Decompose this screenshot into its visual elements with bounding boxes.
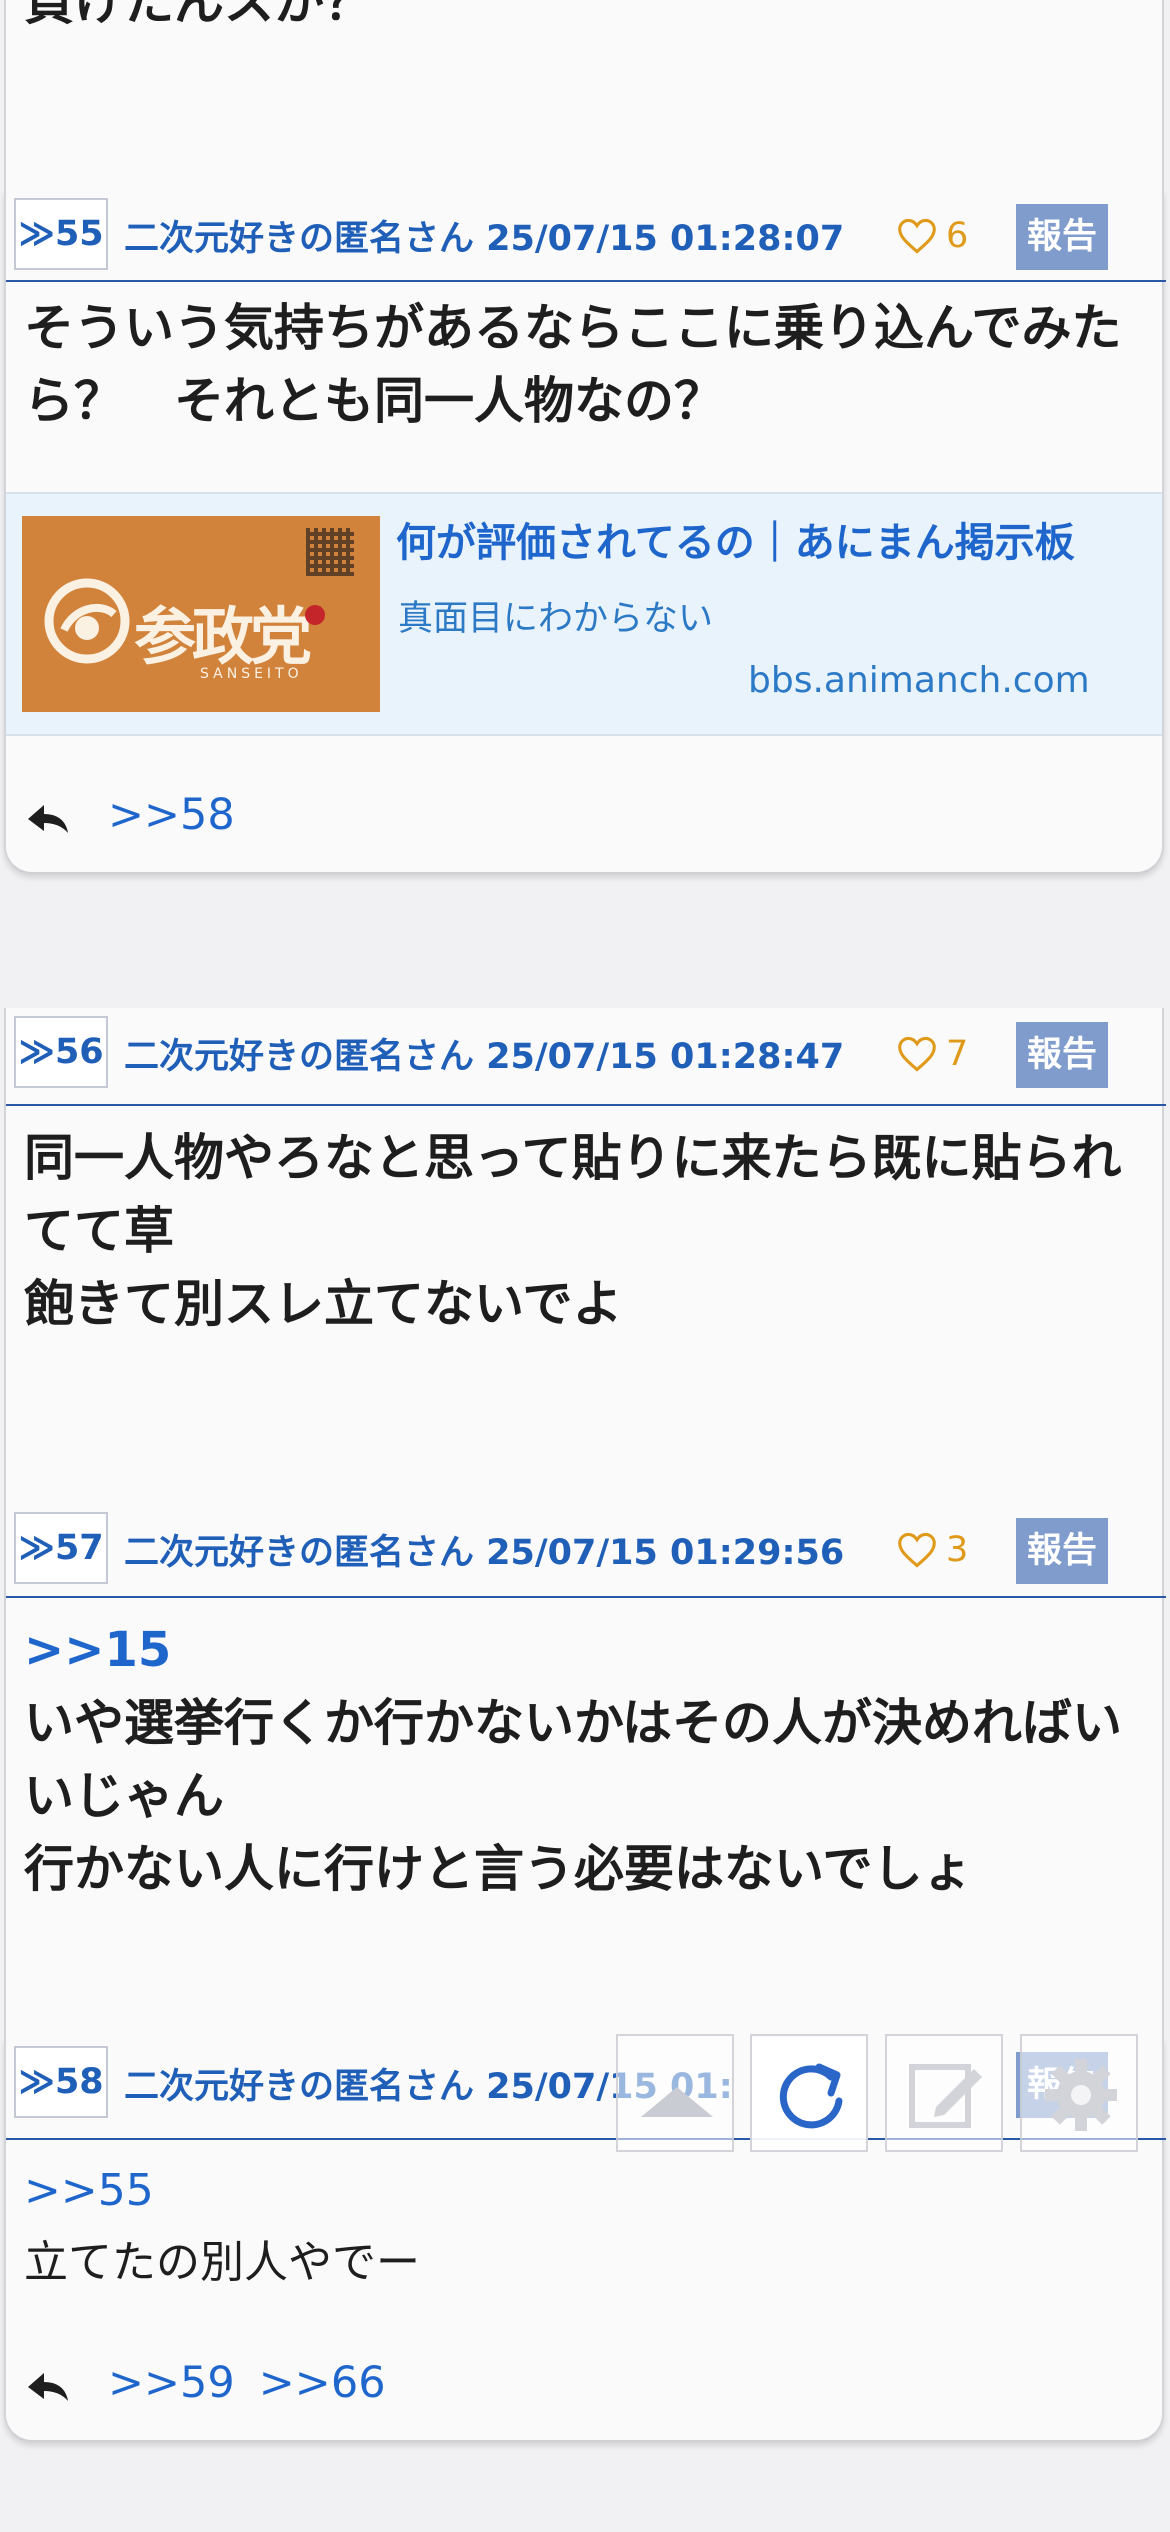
header-divider [6,1104,1166,1106]
link-preview-description: 真面目にわからない [398,599,714,639]
reply-link[interactable]: >>58 [108,790,235,840]
like-button[interactable]: 6 [896,216,968,256]
report-button[interactable]: 報告 [1016,1518,1108,1584]
post-number[interactable]: ≫56 [14,1016,108,1088]
report-button[interactable]: 報告 [1016,204,1108,270]
post-body-line: 同一人物やろなと思って貼りに来たら既に貼られてて草 [24,1129,1122,1260]
like-count: 3 [946,1530,969,1570]
link-preview[interactable]: 参政党 SANSEITO 何が評価されてるの｜あにまん掲示板 真面目にわからない… [6,492,1162,736]
post-author-date[interactable]: 二次元好きの匿名さん 25/07/15 01:29:56 [124,1524,844,1575]
write-button[interactable] [885,2034,1003,2152]
post-card: ≫56 二次元好きの匿名さん 25/07/15 01:28:47 7 報告 同一… [4,1008,1166,1504]
reply-list: >>59 >>66 [24,2358,410,2408]
qr-code-icon [306,528,354,576]
like-count: 7 [946,1034,969,1074]
post-body-line: そういう気持ちがあるならここに乗り込んでみたら？ それとも同一人物なの？ [24,299,1122,430]
like-button[interactable]: 7 [896,1034,968,1074]
post-body-line: 負けたんスか？ [24,0,374,31]
post-body-line: 飽きて別スレ立てないでよ [24,1275,623,1333]
reply-link[interactable]: >>59 [108,2358,235,2408]
post-body: そういう気持ちがあるならここに乗り込んでみたら？ それとも同一人物なの？ [24,292,1146,438]
settings-icon [1045,2059,1117,2131]
post-body: >>55 立てたの別人やでー [24,2154,1146,2299]
post-card: 負けたんスか？ [4,0,1164,190]
link-preview-title[interactable]: 何が評価されてるの｜あにまん掲示板 [396,510,1075,568]
refresh-icon [779,2063,843,2129]
red-dot-icon [305,605,325,625]
post-number[interactable]: ≫58 [14,2046,108,2118]
anchor-link[interactable]: >>55 [24,2154,1146,2227]
thumb-brand: 参政党 [134,600,312,673]
settings-button[interactable] [1020,2034,1138,2152]
post-author-date[interactable]: 二次元好きの匿名さん 25/07/15 01:28:07 [124,210,844,261]
refresh-button[interactable] [750,2034,868,2152]
report-button[interactable]: 報告 [1016,1022,1108,1088]
link-preview-domain: bbs.animanch.com [748,660,1090,701]
like-button[interactable]: 3 [896,1530,968,1570]
header-divider [6,1596,1166,1598]
link-preview-thumbnail: 参政党 SANSEITO [22,516,380,712]
post-author-date[interactable]: 二次元好きの匿名さん 25/07/15 01:28:47 [124,1028,844,1079]
post-number[interactable]: ≫57 [14,1512,108,1584]
post-body-line: 立てたの別人やでー [24,2237,420,2288]
heart-icon [898,1532,936,1568]
header-divider [6,280,1166,282]
reply-arrow-icon [28,2373,68,2401]
post-number[interactable]: ≫55 [14,198,108,270]
heart-icon [898,218,936,254]
post-body: 負けたんスか？ [24,0,1146,39]
post-header: ≫55 二次元好きの匿名さん 25/07/15 01:28:07 6 報告 [6,190,1166,270]
heart-icon [898,1036,936,1072]
like-count: 6 [946,216,969,256]
party-logo-icon [44,578,130,664]
post-body: >>15 いや選挙行くか行かないかはその人が決めればいいじゃん 行かない人に行け… [24,1614,1146,1906]
post-card: ≫55 二次元好きの匿名さん 25/07/15 01:28:07 6 報告 そう… [4,190,1166,874]
scroll-top-icon [641,2087,713,2117]
anchor-link[interactable]: >>15 [24,1614,1146,1687]
write-icon [909,2064,982,2128]
post-card: ≫57 二次元好きの匿名さん 25/07/15 01:29:56 3 報告 >>… [4,1504,1166,2038]
post-body-line: 行かない人に行けと言う必要はないでしょ [24,1840,973,1898]
post-header: ≫57 二次元好きの匿名さん 25/07/15 01:29:56 3 報告 [6,1504,1166,1584]
reply-arrow-icon [28,805,68,833]
post-header: ≫56 二次元好きの匿名さん 25/07/15 01:28:47 7 報告 [6,1008,1166,1088]
thumb-subtext: SANSEITO [200,666,303,682]
post-body-line: いや選挙行くか行かないかはその人が決めればいいじゃん [24,1694,1122,1825]
reply-link[interactable]: >>66 [259,2358,386,2408]
post-body: 同一人物やろなと思って貼りに来たら既に貼られてて草 飽きて別スレ立てないでよ [24,1122,1146,1341]
reply-list: >>58 [24,790,259,840]
scroll-top-button[interactable] [616,2034,734,2152]
